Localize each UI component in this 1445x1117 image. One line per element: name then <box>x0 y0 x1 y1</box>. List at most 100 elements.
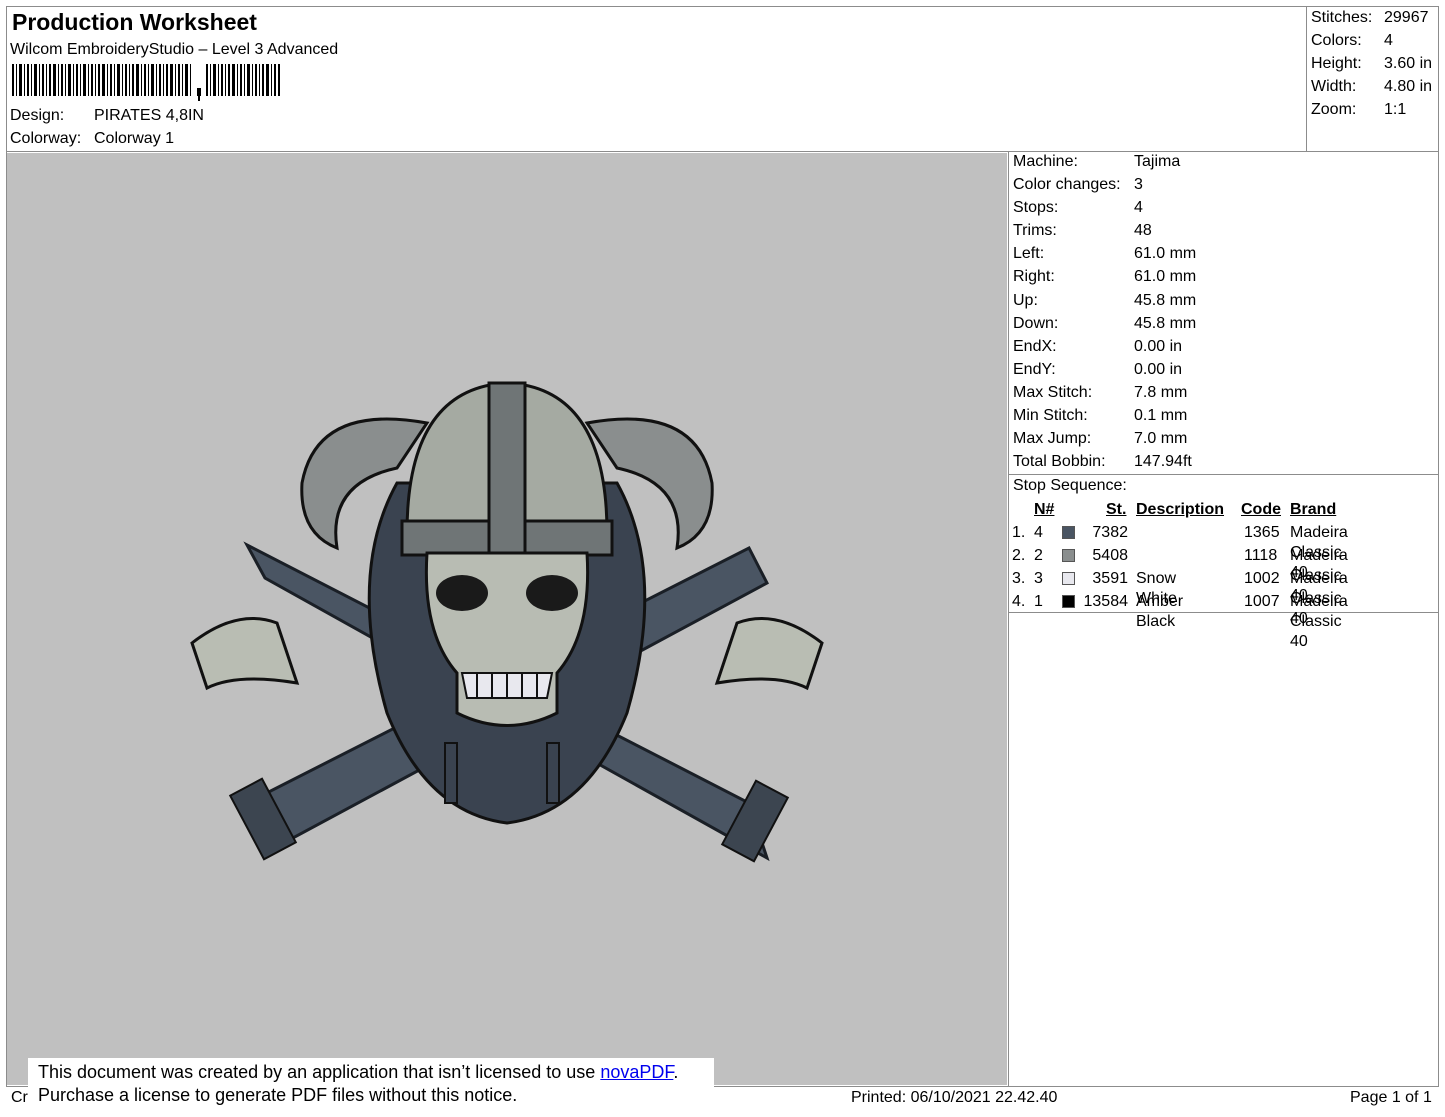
info-value: Tajima <box>1134 153 1181 170</box>
stat-value: 4.80 in <box>1384 78 1433 95</box>
info-value: 0.00 in <box>1134 337 1183 355</box>
row-needle: 2 <box>1034 547 1043 564</box>
design-stats: Stitches: 29967 Colors: 4 Height: 3.60 in W… <box>1311 8 1432 123</box>
info-label: Min Stitch: <box>1013 407 1088 425</box>
col-n-header: N# <box>1034 501 1055 518</box>
design-label: Design: <box>10 107 65 124</box>
colorway-label: Colorway: <box>10 130 82 147</box>
row-needle: 1 <box>1034 593 1043 610</box>
stat-value: 29967 <box>1384 9 1429 26</box>
info-value: 7.0 mm <box>1134 430 1188 448</box>
info-row: Max Stitch: 7.8 mm <box>1013 383 1196 406</box>
stat-label: Zoom: <box>1311 101 1357 118</box>
info-value: 7.8 mm <box>1134 383 1188 401</box>
worksheet-title: Production Worksheet <box>12 9 257 35</box>
info-row: EndY: 0.00 in <box>1013 360 1196 383</box>
colorway-row: Colorway: Colorway 1 <box>10 130 174 148</box>
stat-label: Height: <box>1311 55 1362 72</box>
row-index: 4. <box>1012 593 1026 610</box>
info-label: EndX: <box>1013 337 1057 355</box>
row-stitches: 7382 <box>1092 524 1128 541</box>
notice-period: . <box>673 1062 679 1082</box>
info-value: 45.8 mm <box>1134 314 1197 332</box>
info-label: Down: <box>1013 314 1059 332</box>
stat-value: 1:1 <box>1384 101 1407 118</box>
design-preview <box>7 153 1007 1085</box>
info-label: Max Jump: <box>1013 430 1092 448</box>
row-index: 3. <box>1012 570 1026 587</box>
info-row: Stops: 4 <box>1013 198 1196 221</box>
row-needle: 3 <box>1034 570 1043 587</box>
row-needle: 4 <box>1034 524 1043 541</box>
info-label: Left: <box>1013 245 1045 263</box>
info-row: Max Jump: 7.0 mm <box>1013 429 1196 452</box>
stat-value: 4 <box>1384 32 1393 49</box>
info-row: Machine: Tajima <box>1013 152 1196 175</box>
row-stitches: 13584 <box>1083 593 1129 610</box>
info-row: Up: 45.8 mm <box>1013 291 1196 314</box>
row-description: Amber Black <box>1136 593 1184 630</box>
info-row: Down: 45.8 mm <box>1013 314 1196 337</box>
info-label: Stops: <box>1013 199 1059 217</box>
info-row: Min Stitch: 0.1 mm <box>1013 406 1196 429</box>
stat-colors: Colors: 4 <box>1311 31 1432 54</box>
info-label: Total Bobbin: <box>1013 453 1106 471</box>
stat-label: Width: <box>1311 78 1357 95</box>
info-label: Right: <box>1013 268 1055 286</box>
info-value: 45.8 mm <box>1134 291 1197 309</box>
info-row: Trims: 48 <box>1013 221 1196 244</box>
viking-skull-embroidery-image <box>190 381 824 863</box>
license-notice: This document was created by an applicat… <box>28 1058 714 1110</box>
info-value: 3 <box>1134 176 1143 194</box>
notice-line-2: Purchase a license to generate PDF files… <box>38 1085 518 1105</box>
thread-color-swatch <box>1062 549 1075 562</box>
info-label: Max Stitch: <box>1013 383 1093 401</box>
body-divider <box>1008 151 1009 1087</box>
printed-date: Printed: 06/10/2021 22.42.40 <box>851 1089 1058 1106</box>
thread-color-swatch <box>1062 526 1075 539</box>
info-value: 61.0 mm <box>1134 245 1197 263</box>
row-stitches: 3591 <box>1092 570 1128 587</box>
novapdf-link[interactable]: novaPDF <box>600 1062 673 1082</box>
col-st-header: St. <box>1106 501 1127 518</box>
header-divider <box>1306 6 1307 152</box>
info-label: Trims: <box>1013 222 1057 240</box>
col-brand-header: Brand <box>1290 501 1337 518</box>
row-stitches: 5408 <box>1092 547 1128 564</box>
info-row: Total Bobbin: 147.94ft <box>1013 452 1196 475</box>
footer-left-text: Cr <box>11 1089 28 1106</box>
info-value: 48 <box>1134 222 1152 240</box>
thread-color-swatch <box>1062 595 1075 608</box>
info-label: Color changes: <box>1013 176 1121 194</box>
row-code: 1118 <box>1244 547 1278 564</box>
notice-text: This document was created by an applicat… <box>38 1062 601 1082</box>
stat-label: Colors: <box>1311 32 1362 49</box>
info-value: 0.1 mm <box>1134 407 1188 425</box>
design-row: Design: PIRATES 4,8IN <box>10 107 204 125</box>
stop-sequence-title: Stop Sequence: <box>1013 477 1127 494</box>
info-value: 4 <box>1134 199 1143 217</box>
col-code-header: Code <box>1241 501 1281 518</box>
info-value: 147.94ft <box>1134 453 1192 471</box>
thread-color-swatch <box>1062 572 1075 585</box>
notice-line-1: This document was created by an applicat… <box>38 1062 678 1083</box>
info-label: Machine: <box>1013 153 1078 170</box>
stat-value: 3.60 in <box>1384 55 1433 72</box>
info-value: 61.0 mm <box>1134 268 1197 286</box>
stat-width: Width: 4.80 in <box>1311 77 1432 100</box>
info-row: Color changes: 3 <box>1013 175 1196 198</box>
info-row: Left: 61.0 mm <box>1013 244 1196 267</box>
barcode-image <box>12 64 280 101</box>
info-label: EndY: <box>1013 360 1056 378</box>
stat-stitches: Stitches: 29967 <box>1311 8 1432 31</box>
software-name: Wilcom EmbroideryStudio – Level 3 Advanc… <box>10 41 339 58</box>
row-code: 1365 <box>1244 524 1280 541</box>
row-index: 1. <box>1012 524 1026 541</box>
design-value: PIRATES 4,8IN <box>94 107 204 124</box>
row-code: 1002 <box>1244 570 1280 587</box>
sequence-divider <box>1008 612 1439 613</box>
colorway-value: Colorway 1 <box>94 130 175 147</box>
row-index: 2. <box>1012 547 1026 564</box>
stat-height: Height: 3.60 in <box>1311 54 1432 77</box>
info-label: Up: <box>1013 291 1038 309</box>
